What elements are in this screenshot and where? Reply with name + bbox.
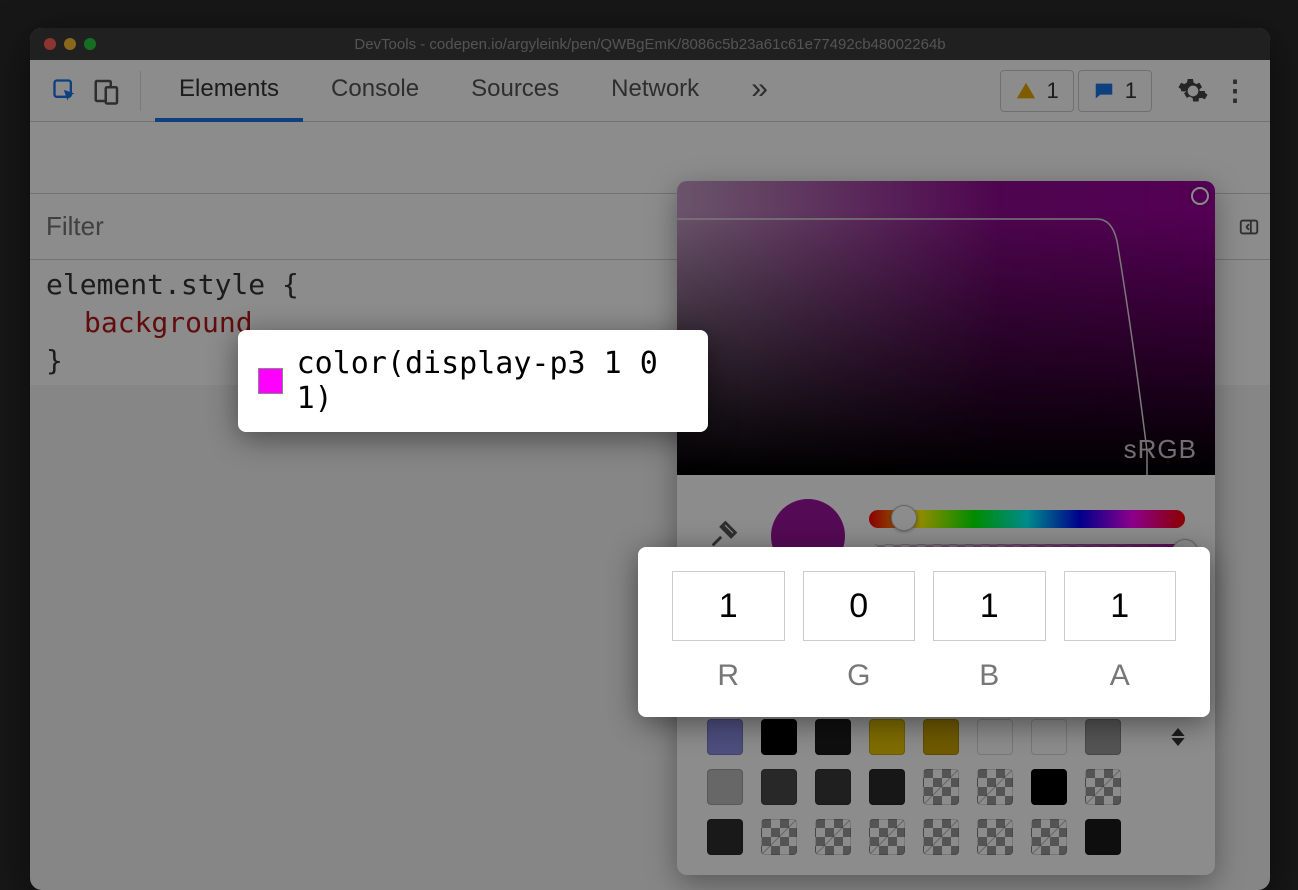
a-label: A	[1110, 659, 1130, 693]
palette-swatch[interactable]	[1031, 769, 1067, 805]
palette-swatch[interactable]	[707, 769, 743, 805]
palette-swatch[interactable]	[707, 819, 743, 855]
palette-swatch[interactable]	[1031, 819, 1067, 855]
palette-swatch[interactable]	[869, 719, 905, 755]
maximize-icon[interactable]	[84, 38, 96, 50]
palette-row	[707, 719, 1185, 755]
g-input[interactable]	[803, 571, 916, 641]
tab-sources[interactable]: Sources	[447, 60, 583, 122]
gamut-boundary	[677, 181, 1215, 475]
palette-swatch[interactable]	[923, 769, 959, 805]
palette-swatch[interactable]	[761, 769, 797, 805]
device-toggle-icon[interactable]	[88, 72, 126, 110]
palette-swatch[interactable]	[869, 769, 905, 805]
minimize-icon[interactable]	[64, 38, 76, 50]
palette-swatch[interactable]	[1031, 719, 1067, 755]
palette-row	[707, 769, 1185, 805]
color-spectrum[interactable]: sRGB	[677, 181, 1215, 475]
tabs-overflow[interactable]: »	[727, 60, 792, 122]
hue-slider[interactable]	[869, 510, 1185, 528]
palette-swatch[interactable]	[1085, 769, 1121, 805]
palette-swatch[interactable]	[815, 819, 851, 855]
color-swatch-icon[interactable]	[258, 368, 283, 394]
sidebar-toggle-icon[interactable]	[1238, 216, 1260, 238]
g-label: G	[847, 659, 870, 693]
devtools-window: DevTools - codepen.io/argyleink/pen/QWBg…	[30, 28, 1270, 890]
window-controls	[44, 38, 96, 50]
color-value-popover: color(display-p3 1 0 1)	[238, 330, 708, 432]
titlebar: DevTools - codepen.io/argyleink/pen/QWBg…	[30, 28, 1270, 60]
palette-swatch[interactable]	[977, 769, 1013, 805]
devtools-tabs: Elements Console Sources Network » 1 1 ⋮	[30, 60, 1270, 122]
a-input[interactable]	[1064, 571, 1177, 641]
window-title: DevTools - codepen.io/argyleink/pen/QWBg…	[30, 36, 1270, 53]
palette-swatch[interactable]	[923, 819, 959, 855]
tab-console[interactable]: Console	[307, 60, 443, 122]
palette-swatch[interactable]	[815, 769, 851, 805]
palette-swatch[interactable]	[1085, 819, 1121, 855]
r-label: R	[717, 659, 739, 693]
palette-row	[707, 819, 1185, 855]
color-picker: sRGB	[677, 181, 1215, 875]
b-label: B	[979, 659, 999, 693]
tab-elements[interactable]: Elements	[155, 60, 303, 122]
palette-swatch[interactable]	[923, 719, 959, 755]
inspect-icon[interactable]	[46, 72, 84, 110]
color-value-text[interactable]: color(display-p3 1 0 1)	[297, 346, 688, 416]
tab-network[interactable]: Network	[587, 60, 723, 122]
color-palettes	[677, 711, 1215, 875]
gamut-label: sRGB	[1124, 434, 1197, 465]
settings-icon[interactable]	[1174, 75, 1212, 107]
warnings-chip[interactable]: 1	[1000, 70, 1074, 112]
r-input[interactable]	[672, 571, 785, 641]
palette-swatch[interactable]	[707, 719, 743, 755]
palette-swatch[interactable]	[761, 819, 797, 855]
rgba-inputs-popover: R G B A	[638, 547, 1210, 717]
css-property[interactable]: background	[46, 306, 253, 339]
spectrum-handle[interactable]	[1191, 187, 1209, 205]
styles-filter-input[interactable]	[46, 211, 346, 242]
b-input[interactable]	[933, 571, 1046, 641]
palette-swatch[interactable]	[977, 719, 1013, 755]
messages-count: 1	[1125, 78, 1137, 104]
palette-swatch[interactable]	[761, 719, 797, 755]
warnings-count: 1	[1047, 78, 1059, 104]
palette-expand-icon[interactable]	[1171, 728, 1185, 746]
palette-swatch[interactable]	[815, 719, 851, 755]
palette-swatch[interactable]	[869, 819, 905, 855]
close-icon[interactable]	[44, 38, 56, 50]
messages-chip[interactable]: 1	[1078, 70, 1152, 112]
hue-thumb[interactable]	[891, 505, 917, 531]
kebab-menu-icon[interactable]: ⋮	[1216, 74, 1254, 107]
palette-swatch[interactable]	[1085, 719, 1121, 755]
palette-swatch[interactable]	[977, 819, 1013, 855]
